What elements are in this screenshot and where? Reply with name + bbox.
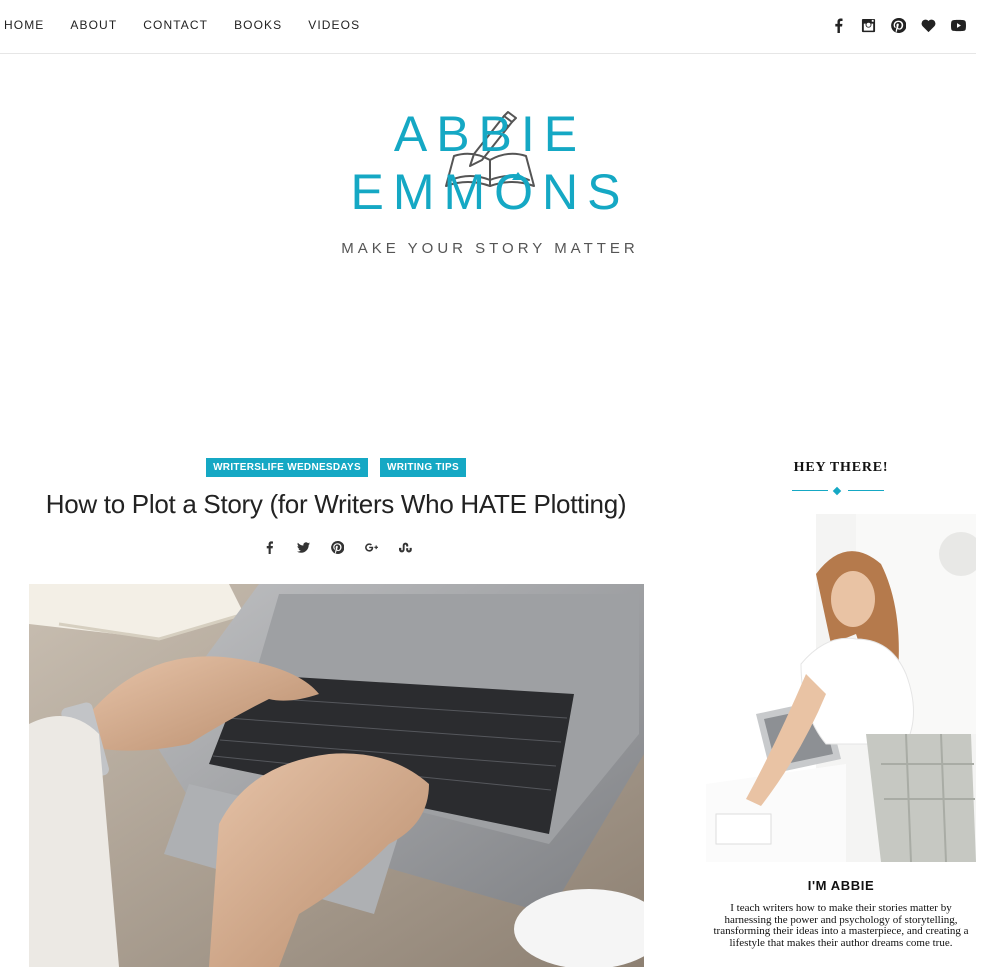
nav-menu: HOME ABOUT CONTACT BOOKS VIDEOS — [4, 18, 386, 32]
youtube-icon[interactable] — [950, 17, 966, 33]
stumbleupon-icon[interactable] — [398, 539, 412, 555]
author-photo — [706, 514, 976, 862]
pinterest-icon[interactable] — [330, 539, 344, 555]
top-navigation: HOME ABOUT CONTACT BOOKS VIDEOS — [0, 0, 976, 54]
post-title[interactable]: How to Plot a Story (for Writers Who HAT… — [0, 489, 672, 520]
instagram-icon[interactable] — [860, 17, 876, 33]
laptop-typing-photo — [29, 584, 644, 967]
brand-name-line1[interactable]: ABBIE — [0, 105, 980, 163]
brand-tagline: MAKE YOUR STORY MATTER — [341, 240, 639, 257]
nav-home[interactable]: HOME — [4, 18, 44, 32]
post-categories: WRITERSLIFE WEDNESDAYS WRITING TIPS — [0, 458, 672, 477]
facebook-icon[interactable] — [830, 17, 846, 33]
author-portrait[interactable] — [706, 514, 976, 862]
about-bio: I teach writers how to make their storie… — [713, 902, 969, 949]
nav-about[interactable]: ABOUT — [70, 18, 117, 32]
sidebar-heading: HEY THERE! — [793, 460, 889, 475]
category-tag[interactable]: WRITING TIPS — [379, 458, 466, 477]
category-tag[interactable]: WRITERSLIFE WEDNESDAYS — [206, 458, 368, 477]
brand-name-line2[interactable]: EMMONS — [0, 163, 980, 221]
twitter-icon[interactable] — [296, 539, 310, 555]
post-featured-image[interactable] — [29, 584, 644, 967]
sidebar-divider — [792, 486, 884, 496]
nav-contact[interactable]: CONTACT — [143, 18, 208, 32]
about-name: I'M ABBIE — [807, 878, 875, 893]
pinterest-icon[interactable] — [890, 17, 906, 33]
google-plus-icon[interactable] — [364, 539, 378, 555]
facebook-icon[interactable] — [262, 539, 276, 555]
nav-books[interactable]: BOOKS — [234, 18, 282, 32]
nav-videos[interactable]: VIDEOS — [308, 18, 360, 32]
heart-icon[interactable] — [920, 17, 936, 33]
share-bar — [262, 539, 412, 555]
social-links — [830, 17, 966, 33]
